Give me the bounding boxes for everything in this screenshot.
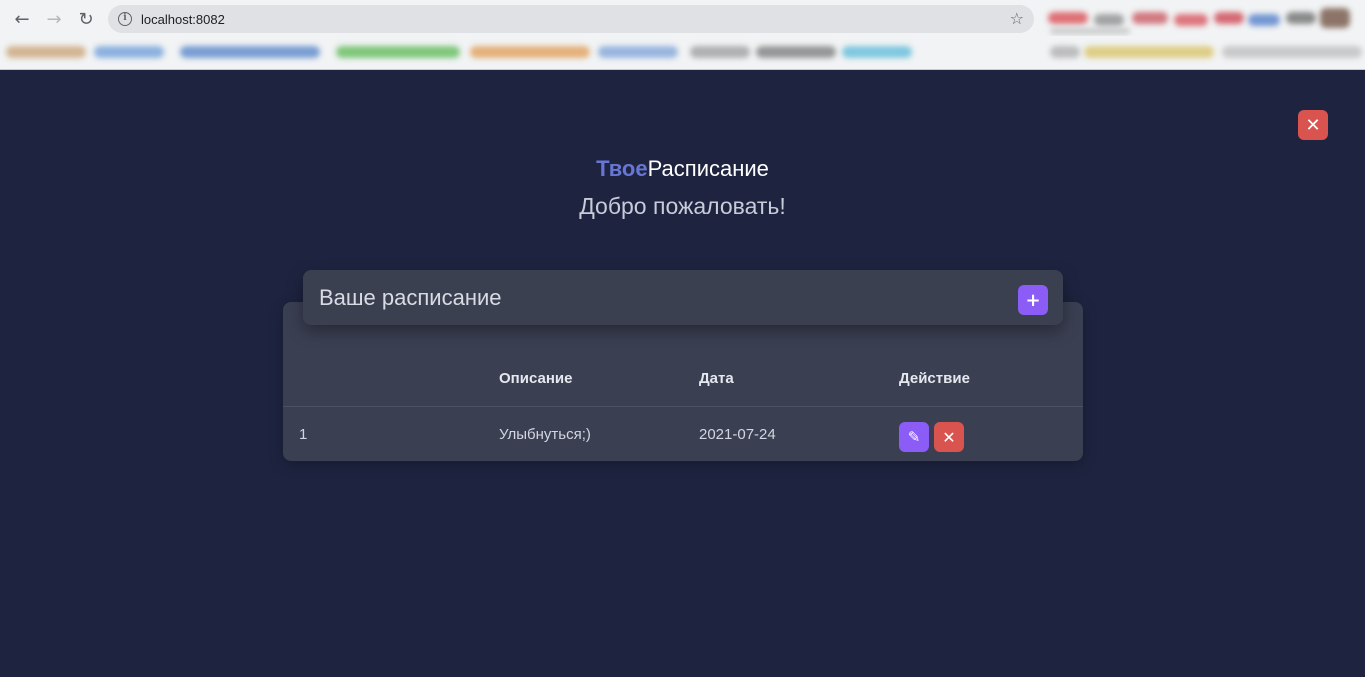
browser-chrome: ← → ↻ i localhost:8082 ☆ (0, 0, 1365, 70)
close-icon: ✕ (942, 427, 956, 447)
back-icon[interactable]: ← (10, 7, 34, 31)
column-header-action: Действие (899, 370, 970, 387)
url-text: localhost:8082 (141, 11, 225, 27)
delete-row-button[interactable]: ✕ (934, 422, 964, 452)
address-bar[interactable]: i localhost:8082 ☆ (108, 5, 1034, 33)
table-divider (283, 406, 1083, 407)
bookmarks-bar (0, 38, 1365, 66)
close-app-button[interactable]: ✕ (1298, 110, 1328, 140)
column-header-date: Дата (699, 370, 734, 387)
brand-title: ТвоеРасписание (0, 156, 1365, 182)
star-icon[interactable]: ☆ (1010, 9, 1024, 28)
welcome-text: Добро пожаловать! (579, 193, 786, 219)
extensions-area (1042, 2, 1365, 36)
forward-icon[interactable]: → (42, 7, 66, 31)
edit-row-button[interactable]: ✎ (899, 422, 929, 452)
row-date: 2021-07-24 (699, 426, 776, 443)
brand-rest: Расписание (647, 156, 769, 181)
info-icon[interactable]: i (118, 12, 132, 26)
row-description: Улыбнуться;) (499, 426, 591, 443)
brand-accent: Твое (596, 156, 648, 181)
reload-icon[interactable]: ↻ (74, 7, 98, 31)
schedule-title: Ваше расписание (319, 284, 502, 310)
add-schedule-button[interactable]: + (1018, 285, 1048, 315)
row-index: 1 (299, 426, 308, 443)
browser-toolbar: ← → ↻ i localhost:8082 ☆ (0, 0, 1365, 38)
schedule-card-header: Ваше расписание + (303, 270, 1063, 325)
close-icon: ✕ (1305, 114, 1321, 136)
plus-icon: + (1025, 289, 1041, 311)
column-header-description: Описание (499, 370, 573, 387)
pencil-icon: ✎ (907, 428, 921, 446)
